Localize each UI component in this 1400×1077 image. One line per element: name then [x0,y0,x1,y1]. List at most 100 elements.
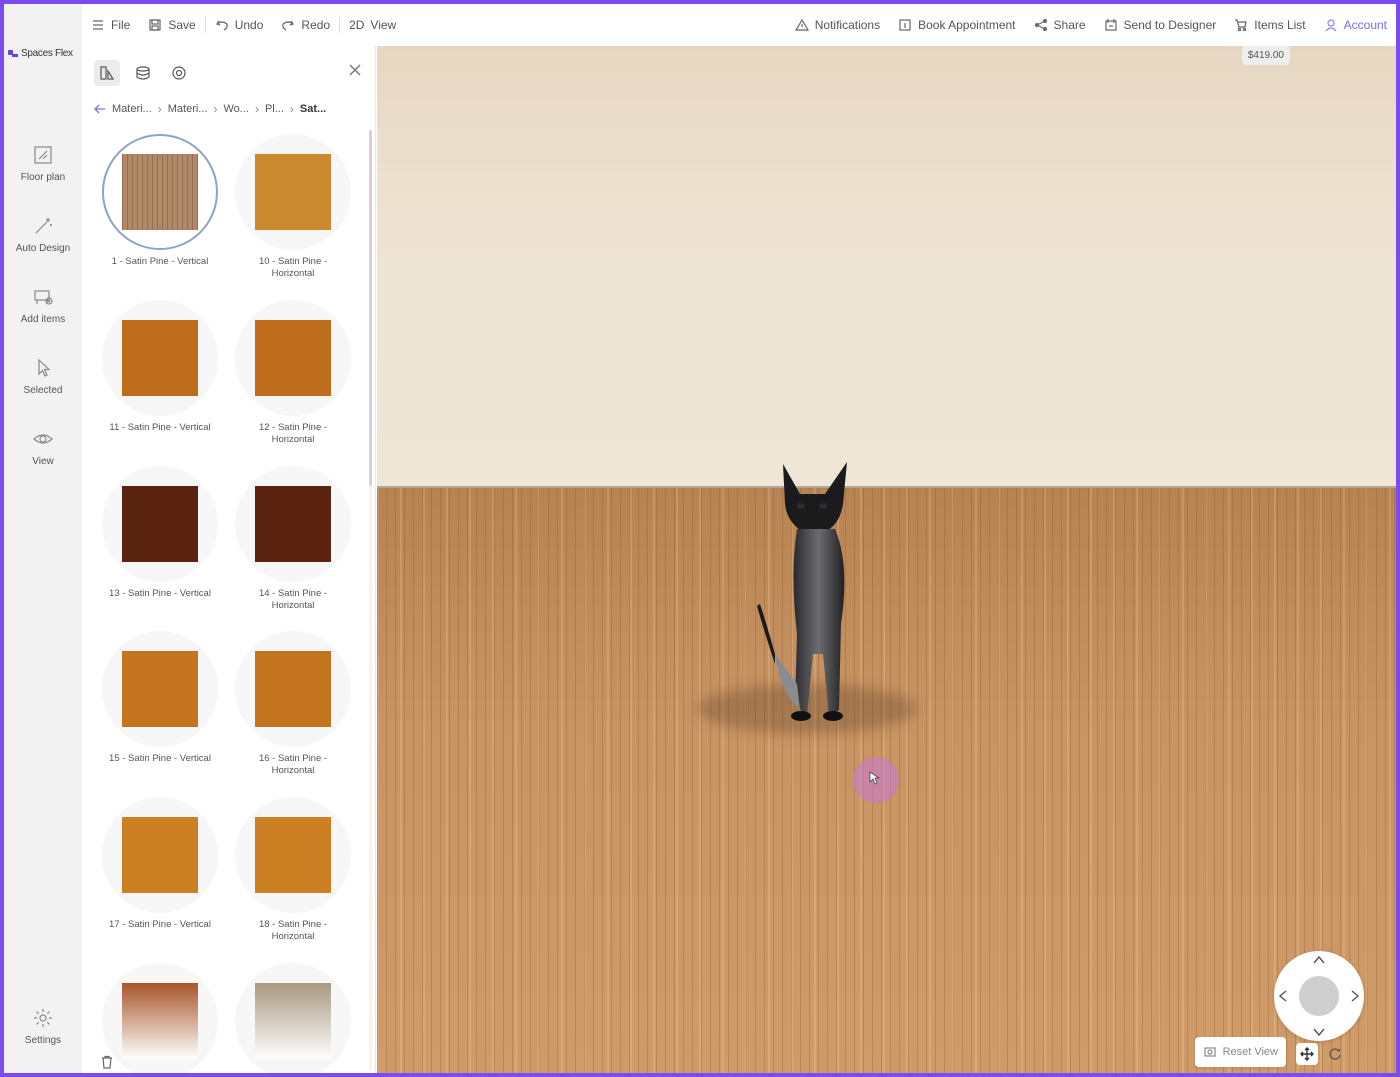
chevron-right-icon[interactable] [1348,989,1362,1003]
material-swatch[interactable]: 15 - Satin Pine - Vertical [94,631,226,765]
breadcrumb-item[interactable]: Materi... [112,103,152,115]
cart-icon [1235,19,1248,32]
trash-icon[interactable] [100,1055,114,1069]
swatch-disc [102,134,218,250]
material-thumbnail [122,486,198,562]
panel-tabs [94,60,192,86]
swatch-disc [235,797,351,913]
material-swatch[interactable]: 11 - Satin Pine - Vertical [94,300,226,434]
gear-icon [32,1007,54,1029]
save-button[interactable]: Save [139,4,204,46]
material-label: 10 - Satin Pine - Horizontal [258,256,328,279]
material-label: 11 - Satin Pine - Vertical [109,422,211,433]
cursor-icon [32,357,54,379]
view-mode-toggle[interactable]: 2D View [340,4,405,46]
redo-label: Redo [301,18,331,32]
material-thumbnail [255,486,331,562]
undo-button[interactable]: Undo [206,4,273,46]
reset-view-label: Reset View [1222,1046,1278,1058]
material-label: 16 - Satin Pine - Horizontal [258,753,328,776]
total-price-badge: $419.00 [1241,46,1290,65]
breadcrumb-item[interactable]: Pl... [265,103,284,115]
notifications-button[interactable]: Notifications [786,4,889,46]
rail-item-floor-plan[interactable]: Floor plan [4,144,82,183]
rail-item-label: Floor plan [20,172,66,183]
material-swatch[interactable]: 18 - Satin Pine - Horizontal [227,797,359,943]
rail-item-settings[interactable]: Settings [4,1007,82,1046]
swatch-disc [235,300,351,416]
breadcrumb-item[interactable]: Materi... [168,103,208,115]
app-frame: Spaces Flex Floor plan Auto Design Add i… [4,4,1396,1073]
tab-materials[interactable] [94,60,120,86]
material-thumbnail [122,154,198,230]
top-toolbar: File Save Undo Redo 2D View Notification… [82,4,1396,46]
back-arrow-icon[interactable] [94,103,106,115]
designer-icon [1104,19,1117,31]
rail-item-auto-design[interactable]: Auto Design [4,215,82,254]
breadcrumb-item[interactable]: Wo... [223,103,248,115]
close-icon[interactable] [347,62,363,78]
orbit-mode-button[interactable] [1324,1043,1346,1065]
undo-icon [215,20,228,31]
file-menu-button[interactable]: File [82,4,139,46]
tab-settings[interactable] [166,60,192,86]
cat-model[interactable] [755,454,885,729]
reset-view-button[interactable]: Reset View [1194,1037,1286,1067]
swatch-disc [235,134,351,250]
pointer-icon [869,771,881,785]
redo-button[interactable]: Redo [272,4,339,46]
chevron-down-icon[interactable] [1312,1025,1326,1039]
material-swatch[interactable] [227,963,359,1073]
swatch-disc [102,300,218,416]
material-thumbnail [255,651,331,727]
chevron-up-icon[interactable] [1312,953,1326,967]
3d-viewport[interactable]: Reset View [377,46,1396,1073]
rail-item-view[interactable]: View [4,428,82,467]
pan-mode-button[interactable] [1296,1043,1318,1065]
book-appointment-button[interactable]: Book Appointment [889,4,1024,46]
tab-layers[interactable] [130,60,156,86]
material-swatch[interactable]: 10 - Satin Pine - Horizontal [227,134,359,280]
view-label: View [370,18,397,32]
material-thumbnail [255,817,331,893]
chevron-left-icon[interactable] [1276,989,1290,1003]
menu-icon [93,20,103,30]
material-swatch[interactable]: 14 - Satin Pine - Horizontal [227,466,359,612]
swatch-disc [235,466,351,582]
brand-name: Spaces Flex [21,48,73,59]
material-label: 14 - Satin Pine - Horizontal [258,588,328,611]
material-swatch[interactable]: 17 - Satin Pine - Vertical [94,797,226,931]
account-label: Account [1343,18,1387,32]
move-icon [1300,1047,1314,1061]
rail-item-selected[interactable]: Selected [4,357,82,396]
click-indicator [853,757,899,803]
items-list-button[interactable]: Items List [1225,4,1314,46]
camera-joystick[interactable] [1299,976,1339,1016]
breadcrumb: Materi... › Materi... › Wo... › Pl... › … [94,102,326,116]
material-thumbnail [122,320,198,396]
material-thumbnail [255,983,331,1059]
material-swatch[interactable]: 13 - Satin Pine - Vertical [94,466,226,600]
scrollbar-thumb[interactable] [369,130,372,486]
swatch-disc [102,466,218,582]
swatch-disc [102,963,218,1073]
material-swatch[interactable]: 16 - Satin Pine - Horizontal [227,631,359,777]
account-button[interactable]: Account [1315,4,1396,46]
send-to-designer-button[interactable]: Send to Designer [1095,4,1226,46]
material-thumbnail [255,154,331,230]
share-button[interactable]: Share [1025,4,1095,46]
brand-logo[interactable]: Spaces Flex [8,48,73,59]
camera-nav-pad[interactable] [1274,951,1364,1041]
material-swatch[interactable]: 1 - Satin Pine - Vertical [94,134,226,268]
material-label: 18 - Satin Pine - Horizontal [258,919,328,942]
toolbar-right: Notifications Book Appointment Share Sen… [786,4,1396,46]
send-label: Send to Designer [1123,18,1217,32]
warning-icon [794,18,809,31]
swatch-disc [235,963,351,1073]
swatch-disc [235,631,351,747]
rail-item-label: Selected [23,385,63,396]
material-swatch[interactable]: 12 - Satin Pine - Horizontal [227,300,359,446]
floor-plan-icon [32,144,54,166]
rail-item-add-items[interactable]: Add items [4,286,82,325]
material-label: 15 - Satin Pine - Vertical [109,753,211,764]
